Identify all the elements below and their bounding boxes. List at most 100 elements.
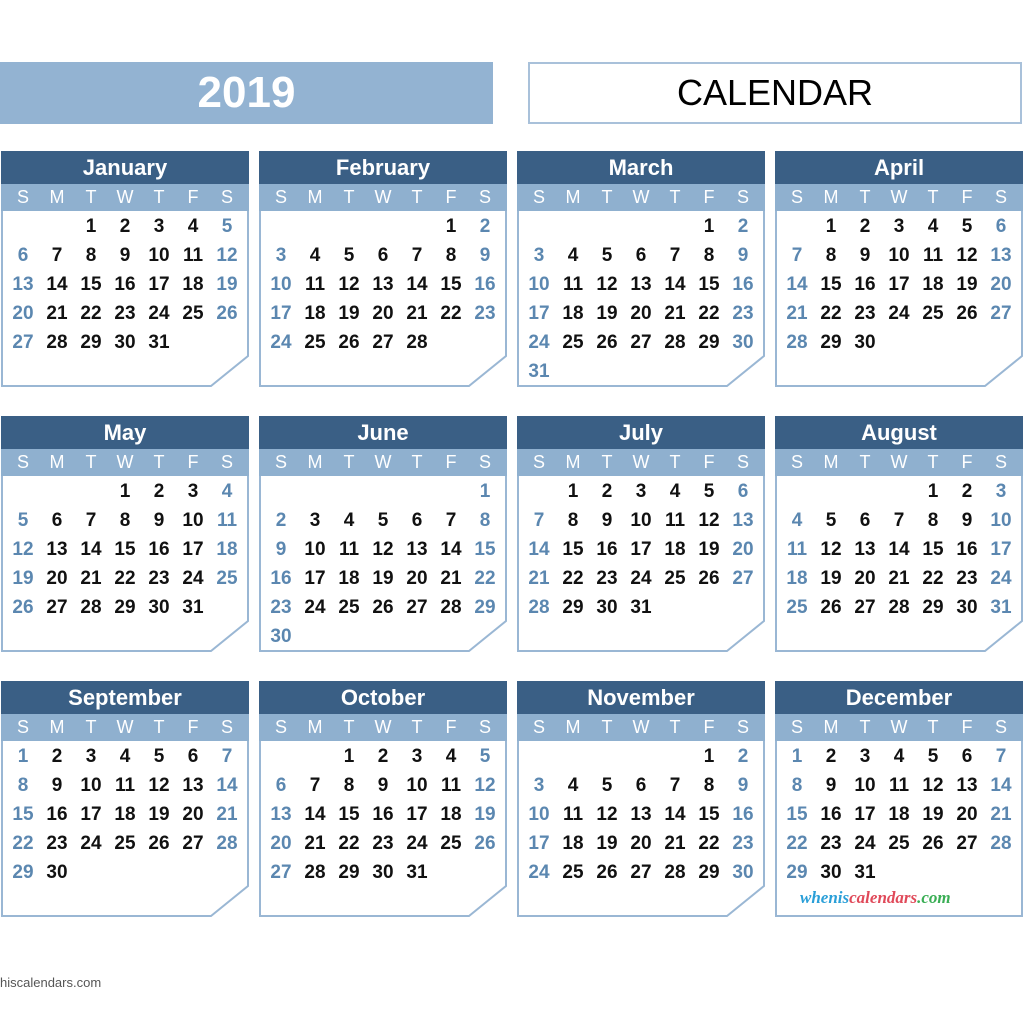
day-cell: 22 bbox=[562, 568, 584, 589]
day-cell: 28 bbox=[528, 597, 550, 618]
day-cell: 8 bbox=[927, 510, 939, 531]
weekday-label: W bbox=[890, 717, 908, 737]
day-cell: 26 bbox=[922, 833, 944, 854]
month-january: January S M T W T F S 1 2 3 4 5 6 7 8 9 10 11 12 13 14 15 16 17 1… bbox=[1, 151, 249, 387]
weekday-label: F bbox=[187, 187, 199, 207]
day-cell: 5 bbox=[601, 775, 613, 796]
weekday-label: M bbox=[565, 717, 581, 737]
day-cell: 15 bbox=[786, 804, 808, 825]
day-cell: 22 bbox=[698, 303, 720, 324]
day-cell: 15 bbox=[820, 274, 842, 295]
day-cell: 25 bbox=[114, 833, 136, 854]
day-cell: 22 bbox=[12, 833, 34, 854]
day-cell: 11 bbox=[664, 510, 686, 531]
day-cell: 23 bbox=[732, 303, 754, 324]
day-cell: 22 bbox=[820, 303, 842, 324]
day-cell: 17 bbox=[854, 804, 876, 825]
day-cell: 1 bbox=[119, 481, 131, 502]
day-cell: 1 bbox=[703, 216, 715, 237]
day-cell: 3 bbox=[275, 245, 287, 266]
weekday-bar: SMTWTFS bbox=[1, 184, 249, 211]
month-october: October S M T W T F S 1 2 3 4 5 6 7 8 9 10 11 12 13 14 15 16 17 1… bbox=[259, 681, 507, 917]
day-cell: 28 bbox=[216, 833, 238, 854]
day-cell: 20 bbox=[630, 303, 652, 324]
weekday-label: S bbox=[16, 717, 29, 737]
day-cell: 21 bbox=[304, 833, 326, 854]
day-cell: 5 bbox=[961, 216, 973, 237]
month-name: December bbox=[775, 681, 1023, 714]
day-cell: 28 bbox=[406, 332, 428, 353]
year-label: 2019 bbox=[197, 68, 296, 117]
day-cell: 29 bbox=[12, 862, 34, 883]
day-cell: 23 bbox=[596, 568, 618, 589]
day-cell: 19 bbox=[922, 804, 944, 825]
weekday-label: F bbox=[961, 452, 973, 472]
weekday-bar: SMTWTFS bbox=[775, 714, 1023, 741]
day-cell: 19 bbox=[956, 274, 978, 295]
day-cell: 28 bbox=[664, 332, 686, 353]
day-cell: 26 bbox=[12, 597, 34, 618]
year-banner: 2019 bbox=[0, 62, 493, 124]
weekday-bar: SMTWTFS bbox=[775, 449, 1023, 476]
day-cell: 11 bbox=[922, 245, 944, 266]
weekday-label: S bbox=[274, 717, 287, 737]
day-cell: 9 bbox=[961, 510, 973, 531]
day-cell: 12 bbox=[372, 539, 394, 560]
day-cell: 21 bbox=[664, 833, 686, 854]
month-august: August S M T W T F S 1 2 3 4 5 6 7 8 9 10 11 12 13 14 15 16 17 18… bbox=[775, 416, 1023, 652]
day-cell: 5 bbox=[825, 510, 837, 531]
day-cell: 14 bbox=[80, 539, 102, 560]
weekday-label: W bbox=[116, 187, 134, 207]
weekday-label: F bbox=[187, 717, 199, 737]
day-cell: 5 bbox=[343, 245, 355, 266]
weekday-label: F bbox=[445, 452, 457, 472]
day-cell: 12 bbox=[596, 804, 618, 825]
day-cell: 2 bbox=[377, 746, 389, 767]
day-cell: 20 bbox=[270, 833, 292, 854]
day-cell: 2 bbox=[119, 216, 131, 237]
weekday-bar: SMTWTFS bbox=[517, 714, 765, 741]
weekday-label: M bbox=[565, 187, 581, 207]
day-cell: 6 bbox=[635, 775, 647, 796]
day-cell: 26 bbox=[698, 568, 720, 589]
day-cell: 25 bbox=[440, 833, 462, 854]
day-cell: 1 bbox=[343, 746, 355, 767]
weekday-label: T bbox=[343, 717, 355, 737]
weekday-label: F bbox=[703, 452, 715, 472]
day-cell: 26 bbox=[596, 862, 618, 883]
day-cell: 18 bbox=[562, 303, 584, 324]
month-february: February S M T W T F S 1 2 3 4 5 6 7 8 9 10 11 12 13 14 15 16 17… bbox=[259, 151, 507, 387]
weekday-label: W bbox=[890, 452, 908, 472]
day-cell: 9 bbox=[859, 245, 871, 266]
day-cell: 8 bbox=[119, 510, 131, 531]
day-cell: 26 bbox=[148, 833, 170, 854]
weekday-label: F bbox=[961, 717, 973, 737]
day-cell: 2 bbox=[825, 746, 837, 767]
day-cell: 16 bbox=[474, 274, 496, 295]
weekday-label: T bbox=[85, 452, 97, 472]
day-cell: 14 bbox=[216, 775, 238, 796]
day-cell: 29 bbox=[922, 597, 944, 618]
day-cell: 2 bbox=[961, 481, 973, 502]
day-cell: 9 bbox=[479, 245, 491, 266]
day-cell: 2 bbox=[275, 510, 287, 531]
day-cell: 20 bbox=[372, 303, 394, 324]
weekday-label: W bbox=[632, 452, 650, 472]
day-cell: 5 bbox=[221, 216, 233, 237]
weekday-label: W bbox=[632, 187, 650, 207]
day-cell: 26 bbox=[596, 332, 618, 353]
day-cell: 29 bbox=[562, 597, 584, 618]
weekday-label: T bbox=[343, 452, 355, 472]
month-march: March S M T W T F S 1 2 3 4 5 6 7 8 9 10 11 12 13 14 15 16 17 18 1… bbox=[517, 151, 765, 387]
day-cell: 31 bbox=[528, 361, 550, 382]
day-cell: 17 bbox=[990, 539, 1012, 560]
day-cell: 3 bbox=[995, 481, 1007, 502]
day-cell: 10 bbox=[304, 539, 326, 560]
day-cell: 27 bbox=[956, 833, 978, 854]
weekday-label: M bbox=[565, 452, 581, 472]
weekday-label: T bbox=[343, 187, 355, 207]
day-cell: 17 bbox=[528, 303, 550, 324]
day-cell: 5 bbox=[17, 510, 29, 531]
weekday-label: S bbox=[532, 187, 545, 207]
month-name: July bbox=[517, 416, 765, 449]
